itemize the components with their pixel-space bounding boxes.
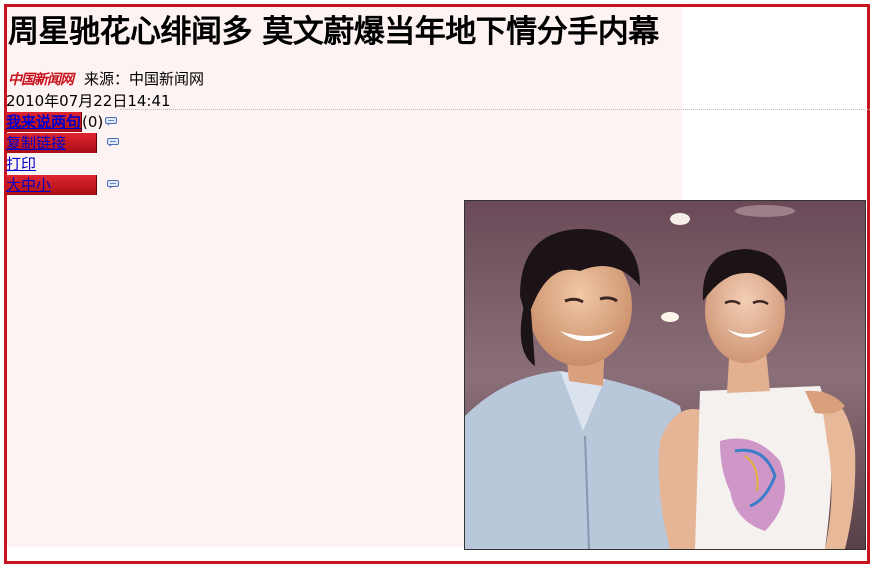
comment-link[interactable]: 我来说两句 — [6, 112, 83, 132]
source-label: 来源：中国新闻网 — [84, 69, 205, 88]
font-size-row: 大中小 — [6, 175, 119, 195]
copy-link-row: 复制链接 — [6, 133, 119, 153]
dotted-divider — [120, 109, 870, 110]
couple-photo-illustration — [465, 201, 865, 549]
article-title: 周星驰花心绯闻多 莫文蔚爆当年地下情分手内幕 — [8, 14, 659, 50]
comment-row: 我来说两句 (0) — [6, 112, 118, 132]
chat-bubble-icon — [107, 137, 119, 147]
copy-link-button[interactable]: 复制链接 — [6, 133, 97, 153]
publish-datetime: 2010年07月22日14:41 — [6, 92, 171, 110]
article-photo — [464, 200, 866, 550]
print-link[interactable]: 打印 — [6, 154, 36, 174]
chat-bubble-icon — [105, 116, 118, 126]
chat-bubble-icon — [107, 179, 119, 189]
source-row: 中国新闻网 来源：中国新闻网 — [8, 66, 204, 90]
chinanews-logo: 中国新闻网 — [8, 72, 74, 88]
comment-count: (0) — [82, 113, 104, 131]
print-row: 打印 — [6, 154, 36, 174]
font-size-button[interactable]: 大中小 — [6, 175, 97, 195]
